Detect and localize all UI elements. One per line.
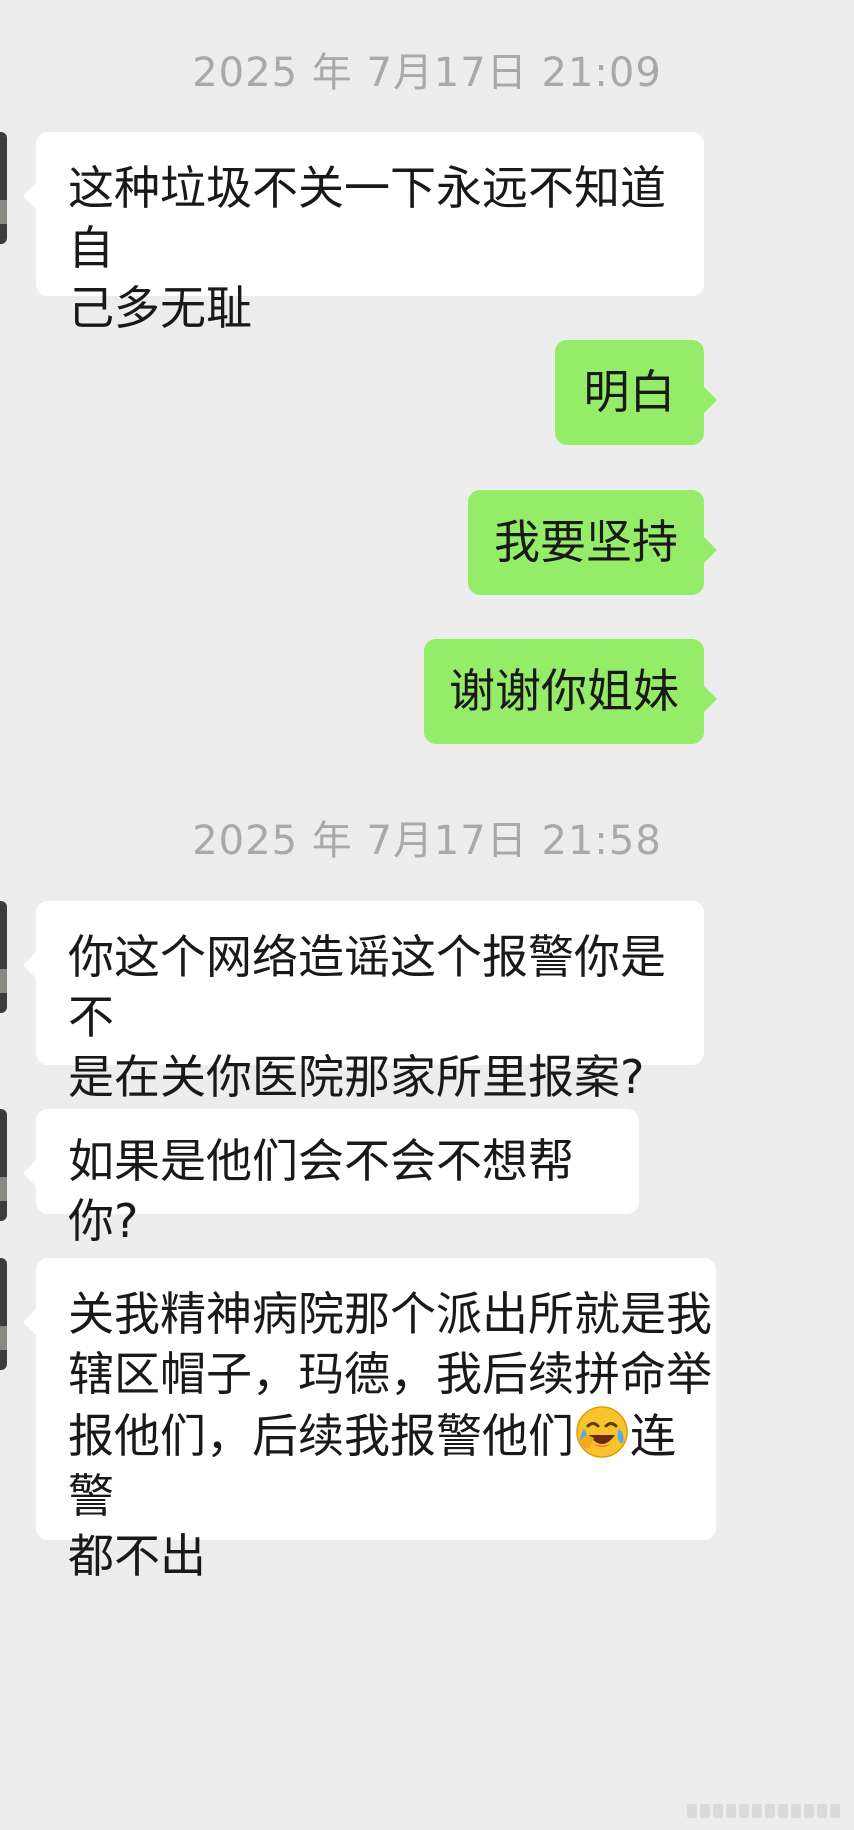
message-line: 我要坚持 — [494, 515, 678, 569]
watermark — [687, 1804, 840, 1820]
timestamp: 2025 年 7月17日 21:58 — [192, 818, 662, 864]
message-line: 明白 — [583, 365, 676, 419]
message-text: 报他们，后续我报警他们 — [68, 1409, 574, 1463]
avatar[interactable] — [0, 132, 7, 244]
message-line: 关我精神病院那个派出所就是我 — [68, 1287, 712, 1341]
incoming-message-bubble[interactable]: 如果是他们会不会不想帮你? — [23, 1109, 639, 1248]
message-line: 是在关你医院那家所里报案? — [68, 1050, 645, 1104]
crying-laughing-emoji — [576, 1406, 628, 1458]
message-line: 谢谢你姐妹 — [449, 664, 679, 718]
incoming-message-bubble[interactable]: 关我精神病院那个派出所就是我 辖区帽子，玛德，我后续拼命举 报他们，后续我报警他… — [23, 1258, 716, 1583]
message-line: 都不出 — [68, 1529, 206, 1583]
outgoing-message-bubble[interactable]: 我要坚持 — [468, 490, 717, 595]
avatar[interactable] — [0, 901, 7, 1013]
message-line: 如果是他们会不会不想帮你? — [68, 1134, 574, 1248]
outgoing-message-bubble[interactable]: 谢谢你姐妹 — [424, 639, 717, 744]
message-line: 己多无耻 — [68, 281, 252, 335]
message-line: 你这个网络造谣这个报警你是不 — [68, 930, 666, 1044]
message-line: 这种垃圾不关一下永远不知道自 — [68, 161, 666, 275]
message-line: 辖区帽子，玛德，我后续拼命举 — [68, 1347, 712, 1401]
incoming-message-bubble[interactable]: 你这个网络造谣这个报警你是不 是在关你医院那家所里报案? — [23, 901, 704, 1104]
message-line: 报他们，后续我报警他们 连警 — [68, 1404, 716, 1526]
timestamp: 2025 年 7月17日 21:09 — [192, 50, 662, 96]
avatar[interactable] — [0, 1109, 7, 1221]
avatar[interactable] — [0, 1258, 7, 1370]
incoming-message-bubble[interactable]: 这种垃圾不关一下永远不知道自 己多无耻 — [23, 132, 704, 335]
outgoing-message-bubble[interactable]: 明白 — [555, 340, 717, 445]
